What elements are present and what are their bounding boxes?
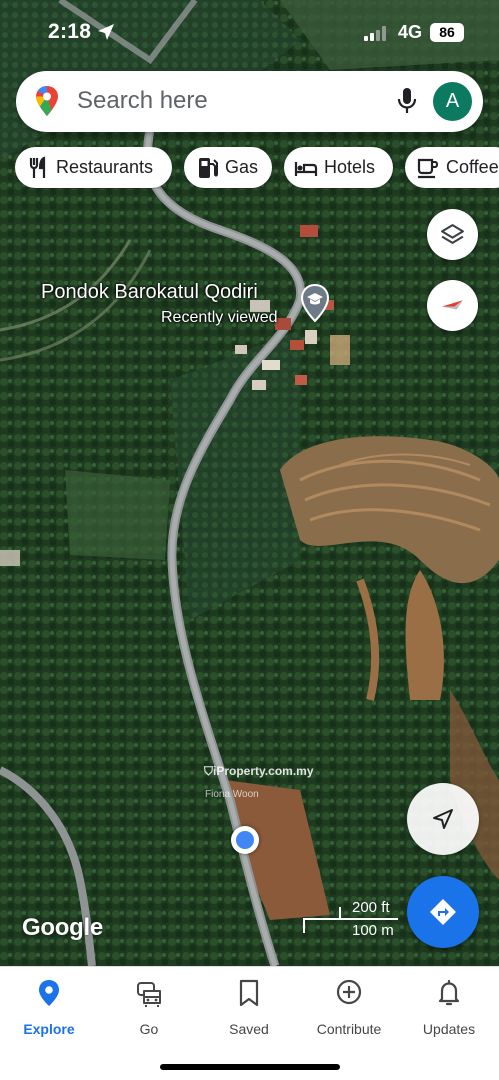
- location-services-icon: [98, 24, 114, 40]
- nav-label: Contribute: [316, 1021, 382, 1037]
- status-bar: 2:18 4G 86: [0, 0, 499, 62]
- current-location-dot: [231, 826, 259, 854]
- compass-button[interactable]: [427, 280, 478, 331]
- nav-label: Saved: [229, 1021, 269, 1037]
- layers-icon: [441, 224, 464, 244]
- gas-pump-icon: [199, 158, 218, 178]
- watermark-text: ⛉iProperty.com.my: [204, 764, 314, 779]
- status-time: 2:18: [48, 20, 92, 43]
- nav-contribute[interactable]: Contribute: [301, 977, 397, 1037]
- watermark-logo-icon: ⛉: [204, 764, 214, 778]
- chip-label: Restaurants: [56, 157, 154, 177]
- google-logo: Google: [22, 914, 103, 941]
- account-avatar[interactable]: A: [433, 82, 472, 121]
- chip-restaurants[interactable]: Restaurants: [15, 147, 172, 188]
- cellular-signal-icon: [364, 26, 386, 41]
- scale-feet-label: 200 ft: [352, 899, 390, 916]
- my-location-button[interactable]: [407, 783, 479, 855]
- nav-label: Updates: [422, 1021, 476, 1037]
- chip-hotels[interactable]: Hotels: [284, 147, 393, 188]
- layers-button[interactable]: [427, 209, 478, 260]
- search-bar[interactable]: Search here A: [16, 71, 483, 132]
- nav-explore[interactable]: Explore: [1, 977, 97, 1037]
- chip-label: Coffee: [446, 157, 499, 177]
- satellite-map[interactable]: Pondok Barokatul Qodiri Recently viewed …: [0, 0, 499, 966]
- home-indicator[interactable]: [160, 1064, 340, 1070]
- bottom-navigation: Explore Go Saved Contribute Updates: [0, 966, 499, 1080]
- nav-go[interactable]: Go: [101, 977, 197, 1037]
- car-icon: [137, 982, 161, 1007]
- chip-coffee[interactable]: Coffee: [405, 147, 499, 188]
- category-chips: Restaurants Gas Hotels Coffee: [15, 147, 499, 189]
- place-name-label[interactable]: Pondok Barokatul Qodiri: [41, 281, 258, 304]
- battery-level: 86: [430, 23, 464, 42]
- bell-icon: [438, 979, 460, 1006]
- scale-meters-label: 100 m: [352, 922, 394, 939]
- google-maps-pin-icon: [36, 86, 58, 116]
- coffee-cup-icon: [417, 158, 439, 179]
- nav-label: Explore: [23, 1021, 75, 1037]
- nav-saved[interactable]: Saved: [201, 977, 297, 1037]
- bookmark-icon: [239, 979, 259, 1007]
- place-recently-viewed-label: Recently viewed: [161, 309, 278, 326]
- directions-icon: [430, 899, 456, 925]
- school-place-marker-icon[interactable]: [300, 283, 330, 323]
- map-scale: 200 ft 100 m: [302, 899, 402, 939]
- microphone-icon[interactable]: [395, 87, 419, 115]
- pin-icon: [39, 980, 59, 1006]
- chip-gas[interactable]: Gas: [184, 147, 272, 188]
- watermark-site: iProperty.com.my: [213, 764, 314, 778]
- navigation-arrow-icon: [433, 809, 453, 829]
- plus-circle-icon: [336, 979, 362, 1005]
- directions-button[interactable]: [407, 876, 479, 948]
- search-input[interactable]: Search here: [77, 87, 208, 115]
- chip-label: Gas: [225, 157, 259, 177]
- utensils-icon: [29, 156, 46, 178]
- bed-icon: [294, 162, 318, 176]
- chip-label: Hotels: [324, 157, 376, 177]
- compass-icon: [442, 300, 463, 310]
- nav-label: Go: [139, 1021, 159, 1037]
- watermark-author: Fiona Woon: [205, 789, 259, 800]
- nav-updates[interactable]: Updates: [401, 977, 497, 1037]
- network-type: 4G: [398, 22, 423, 42]
